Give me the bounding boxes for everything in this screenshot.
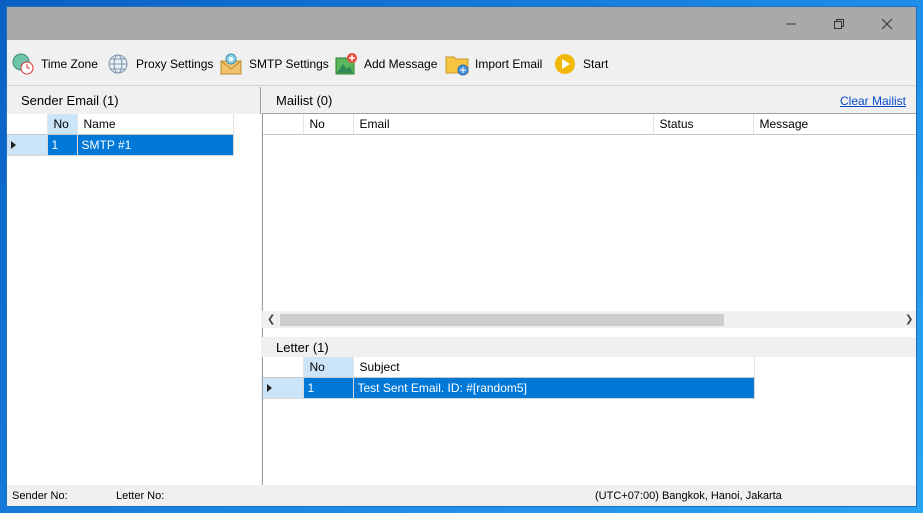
import-email-label: Import Email	[475, 57, 543, 71]
table-row[interactable]: 1 SMTP #1	[7, 134, 234, 156]
scrollbar-thumb[interactable]	[280, 314, 724, 326]
smtp-settings-button[interactable]: SMTP Settings	[219, 51, 329, 77]
sender-cell-no[interactable]: 1	[47, 134, 78, 156]
mailist-corner-header	[263, 114, 304, 135]
mail-settings-icon	[219, 52, 243, 76]
row-selector[interactable]	[7, 134, 48, 156]
app-window: Time Zone Proxy Settings SMTP Settings A…	[6, 6, 917, 507]
time-zone-icon	[11, 52, 35, 76]
letter-grid[interactable]: No Subject 1 Test Sent Email. ID: #[rand…	[262, 357, 916, 485]
sender-cell-name[interactable]: SMTP #1	[77, 134, 234, 156]
scroll-right-icon[interactable]: ❯	[905, 314, 913, 325]
clear-mailist-link[interactable]: Clear Mailist	[840, 94, 906, 108]
sender-no-label: Sender No:	[12, 490, 68, 502]
scroll-left-icon[interactable]: ❮	[267, 314, 275, 325]
sender-col-name[interactable]: Name	[77, 114, 234, 135]
import-email-button[interactable]: Import Email	[445, 51, 542, 77]
title-bar[interactable]	[7, 7, 916, 40]
letter-col-no[interactable]: No	[303, 357, 354, 378]
letter-cell-no[interactable]: 1	[303, 377, 354, 399]
letter-title: Letter (1)	[276, 339, 329, 355]
right-panel: Mailist (0) Clear Mailist No Email Statu…	[262, 87, 916, 485]
add-message-button[interactable]: Add Message	[334, 51, 437, 77]
sender-col-no[interactable]: No	[47, 114, 78, 135]
mailist-horizontal-scrollbar[interactable]: ❮ ❯	[262, 311, 916, 328]
add-message-label: Add Message	[364, 57, 438, 71]
close-button[interactable]	[864, 7, 910, 40]
letter-col-subject[interactable]: Subject	[353, 357, 755, 378]
mailist-col-email[interactable]: Email	[353, 114, 654, 135]
close-icon	[881, 18, 893, 29]
minimize-button[interactable]	[768, 7, 814, 40]
restore-button[interactable]	[816, 7, 862, 40]
sender-corner-header	[7, 114, 48, 135]
sender-grid[interactable]: No Name 1 SMTP #1	[7, 114, 261, 485]
time-zone-label: Time Zone	[41, 57, 98, 71]
row-pointer-icon	[11, 140, 16, 149]
mailist-title: Mailist (0)	[276, 92, 333, 108]
sender-panel: Sender Email (1) No Name 1 SMTP #1	[7, 87, 261, 485]
restore-icon	[834, 18, 844, 29]
sender-title: Sender Email (1)	[7, 87, 260, 114]
time-zone-button[interactable]: Time Zone	[11, 51, 98, 77]
row-selector[interactable]	[263, 377, 304, 399]
proxy-settings-label: Proxy Settings	[136, 57, 214, 71]
globe-icon	[106, 52, 130, 76]
row-pointer-icon	[267, 383, 272, 392]
add-message-icon	[334, 52, 358, 76]
toolbar: Time Zone Proxy Settings SMTP Settings A…	[7, 40, 916, 86]
letter-no-label: Letter No:	[116, 490, 165, 502]
letter-cell-subject[interactable]: Test Sent Email. ID: #[random5]	[353, 377, 755, 399]
mailist-col-status[interactable]: Status	[653, 114, 754, 135]
start-label: Start	[583, 57, 609, 71]
play-icon	[553, 52, 577, 76]
status-bar: Sender No: Letter No: (UTC+07:00) Bangko…	[7, 485, 916, 506]
table-row[interactable]: 1 Test Sent Email. ID: #[random5]	[263, 377, 755, 399]
timezone-status: (UTC+07:00) Bangkok, Hanoi, Jakarta	[595, 490, 782, 502]
mailist-grid[interactable]: No Email Status Message	[262, 113, 916, 337]
mailist-col-no[interactable]: No	[303, 114, 354, 135]
mailist-col-message[interactable]: Message	[753, 114, 916, 135]
letter-corner-header	[263, 357, 304, 378]
proxy-settings-button[interactable]: Proxy Settings	[106, 51, 213, 77]
minimize-icon	[786, 23, 796, 24]
folder-import-icon	[445, 52, 469, 76]
start-button[interactable]: Start	[553, 51, 608, 77]
smtp-settings-label: SMTP Settings	[249, 57, 329, 71]
